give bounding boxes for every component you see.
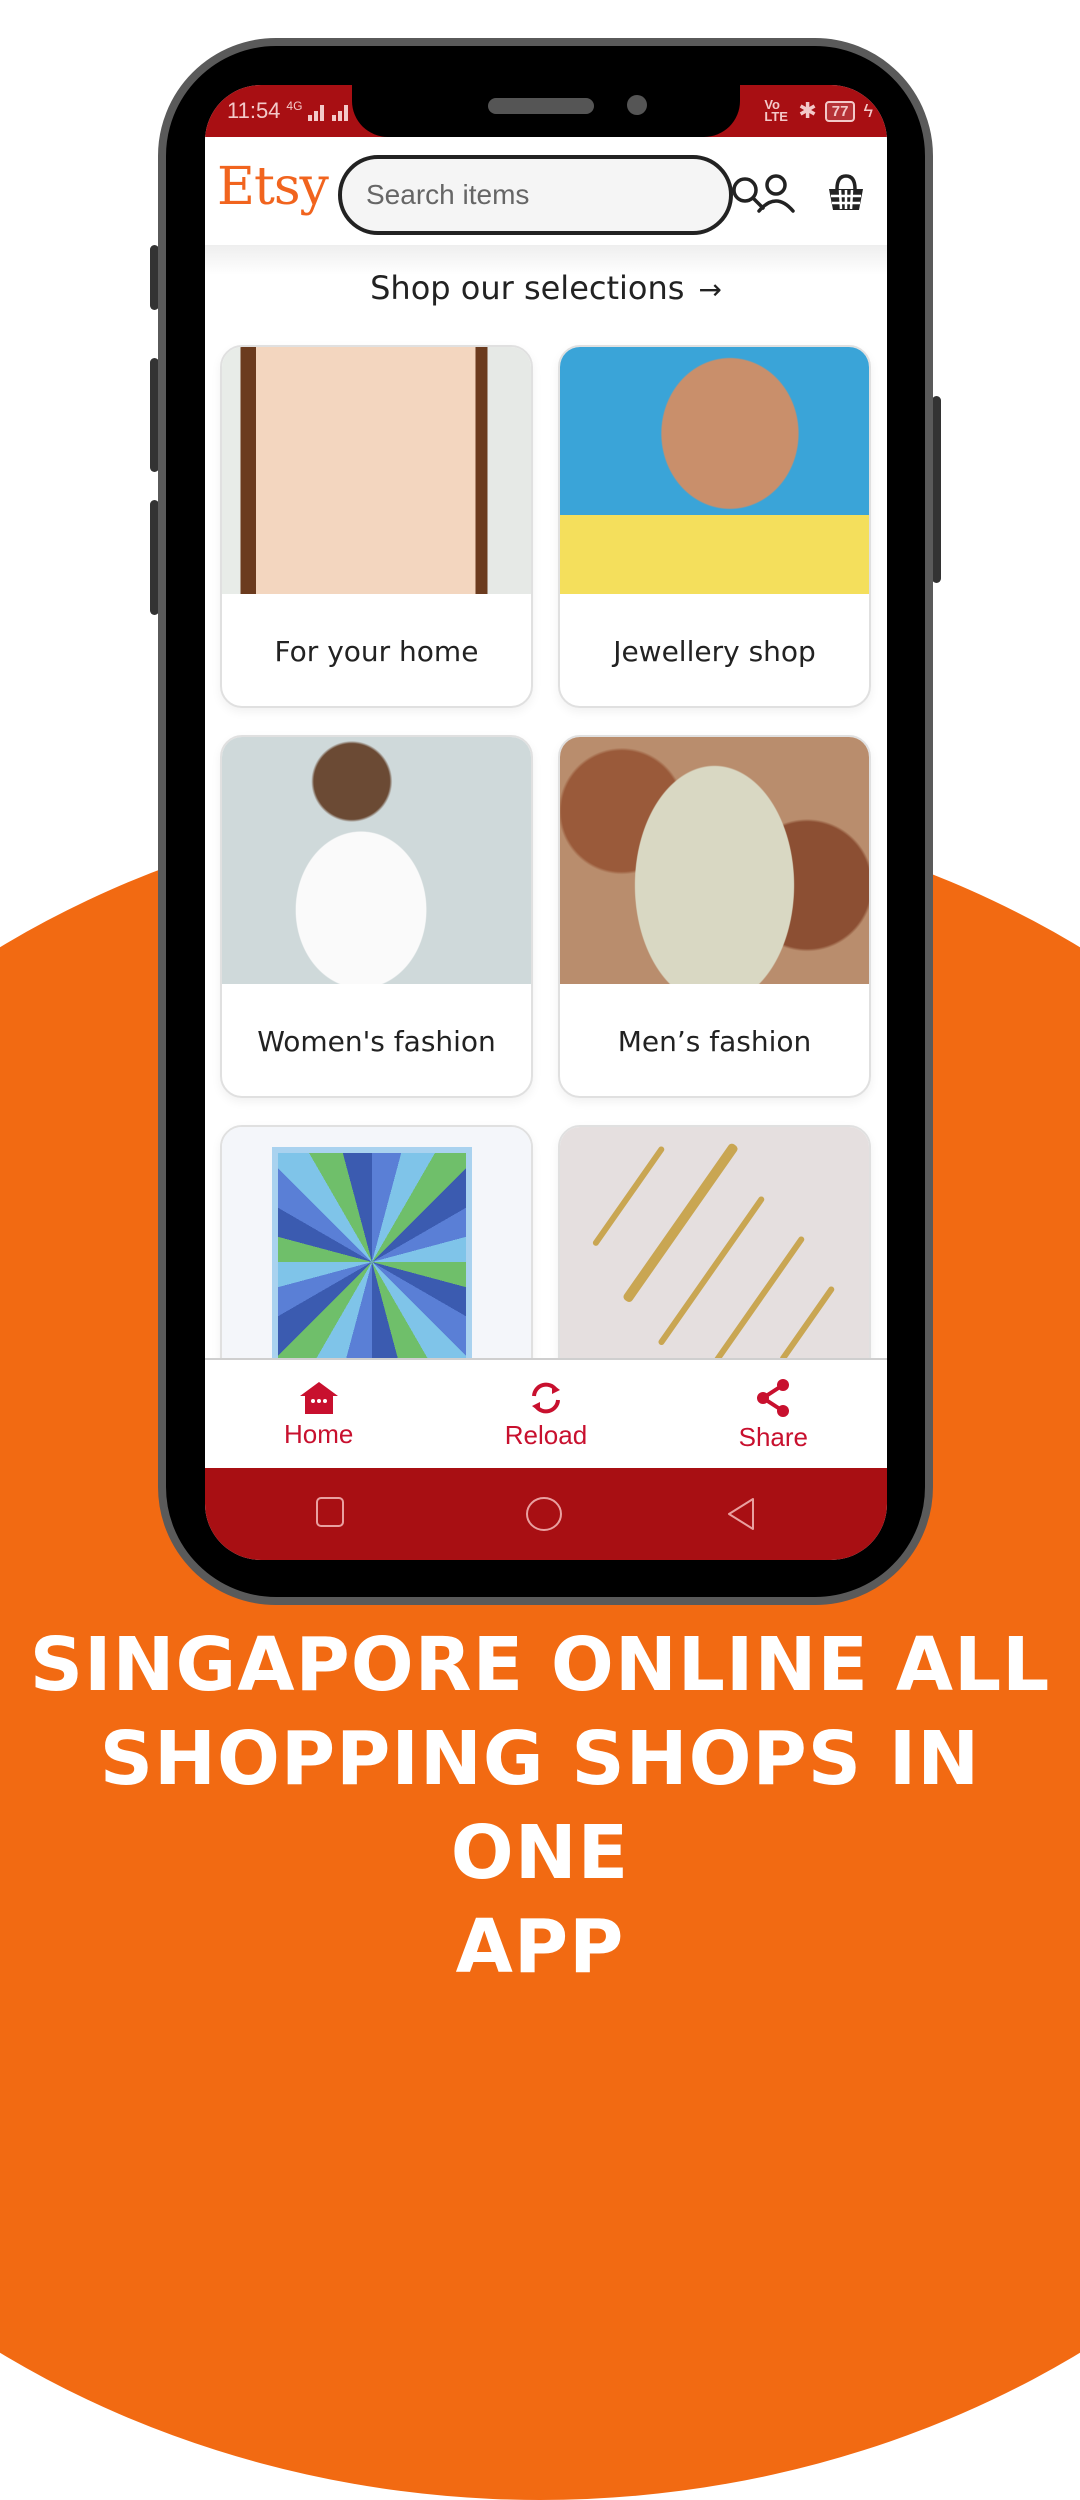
network-type: 4G bbox=[286, 99, 303, 113]
search-input[interactable] bbox=[364, 178, 729, 212]
battery-indicator: 77 bbox=[824, 100, 856, 122]
phone-speaker bbox=[488, 98, 594, 114]
headline-line: SINGAPORE ONLINE ALL bbox=[29, 1622, 1051, 1708]
nav-label: Home bbox=[283, 1418, 354, 1449]
charging-icon: ϟ bbox=[863, 100, 873, 121]
nav-label: Reload bbox=[504, 1419, 588, 1450]
android-navigation-bar bbox=[205, 1468, 887, 1560]
card-label: Men’s fashion bbox=[617, 1024, 812, 1058]
headline-line: SHOPPING SHOPS IN ONE bbox=[99, 1716, 981, 1896]
card-image-mens-fashion bbox=[560, 737, 869, 984]
headline-line: APP bbox=[455, 1904, 625, 1990]
bluetooth-icon: ✱ bbox=[798, 98, 817, 123]
home-icon bbox=[299, 1381, 338, 1414]
basket-icon bbox=[829, 174, 863, 210]
card-image-art bbox=[222, 1127, 531, 1358]
nav-label: Share bbox=[738, 1421, 809, 1452]
card-image-jewellery bbox=[560, 347, 869, 594]
card-label: For your home bbox=[274, 634, 479, 668]
circle-icon bbox=[526, 1497, 562, 1531]
category-card[interactable]: Jewellery shop bbox=[558, 345, 871, 708]
phone-power-button bbox=[932, 396, 941, 583]
shop-selections-link[interactable]: Shop our selections → bbox=[205, 269, 887, 307]
card-label: Jewellery shop bbox=[613, 634, 816, 668]
status-time: 11:54 bbox=[227, 98, 281, 123]
home-button[interactable] bbox=[525, 1496, 563, 1537]
arrow-right-icon: → bbox=[698, 273, 722, 306]
promo-headline: SINGAPORE ONLINE ALL SHOPPING SHOPS IN O… bbox=[0, 1618, 1080, 1994]
category-card[interactable] bbox=[558, 1125, 871, 1358]
bottom-navigation: Home Reload Share bbox=[205, 1358, 887, 1470]
card-image-womens-fashion bbox=[222, 737, 531, 984]
category-card[interactable]: Women's fashion bbox=[220, 735, 533, 1098]
signal-icon bbox=[308, 105, 349, 121]
content-scroll-area[interactable]: Shop our selections → For your home Jewel… bbox=[205, 245, 887, 1358]
card-label: Women's fashion bbox=[257, 1024, 496, 1058]
category-card[interactable]: Men’s fashion bbox=[558, 735, 871, 1098]
phone-camera bbox=[627, 95, 647, 115]
category-card[interactable]: For your home bbox=[220, 345, 533, 708]
phone-screen: 11:54 4G Vo LTE ✱ 77 ϟ Etsy Search items… bbox=[205, 85, 887, 1560]
nav-share[interactable]: Share bbox=[660, 1360, 887, 1470]
card-image-cutlery bbox=[560, 1127, 869, 1358]
cart-button[interactable] bbox=[820, 167, 872, 219]
account-button[interactable] bbox=[750, 167, 802, 219]
app-header: Etsy bbox=[205, 137, 887, 245]
category-card[interactable] bbox=[220, 1125, 533, 1358]
nav-reload[interactable]: Reload bbox=[432, 1360, 659, 1470]
volte-indicator: Vo LTE bbox=[764, 97, 788, 124]
back-triangle-icon bbox=[728, 1498, 754, 1530]
account-icon bbox=[757, 174, 795, 213]
back-button[interactable] bbox=[725, 1496, 757, 1537]
recents-button[interactable] bbox=[315, 1496, 345, 1533]
reload-icon bbox=[531, 1382, 560, 1413]
share-icon bbox=[757, 1378, 790, 1417]
search-bar[interactable] bbox=[338, 155, 765, 235]
nav-home[interactable]: Home bbox=[205, 1360, 432, 1470]
etsy-logo[interactable]: Etsy bbox=[217, 157, 329, 217]
card-image-home bbox=[222, 347, 531, 594]
square-icon bbox=[316, 1497, 344, 1527]
section-title: Shop our selections bbox=[370, 269, 685, 307]
